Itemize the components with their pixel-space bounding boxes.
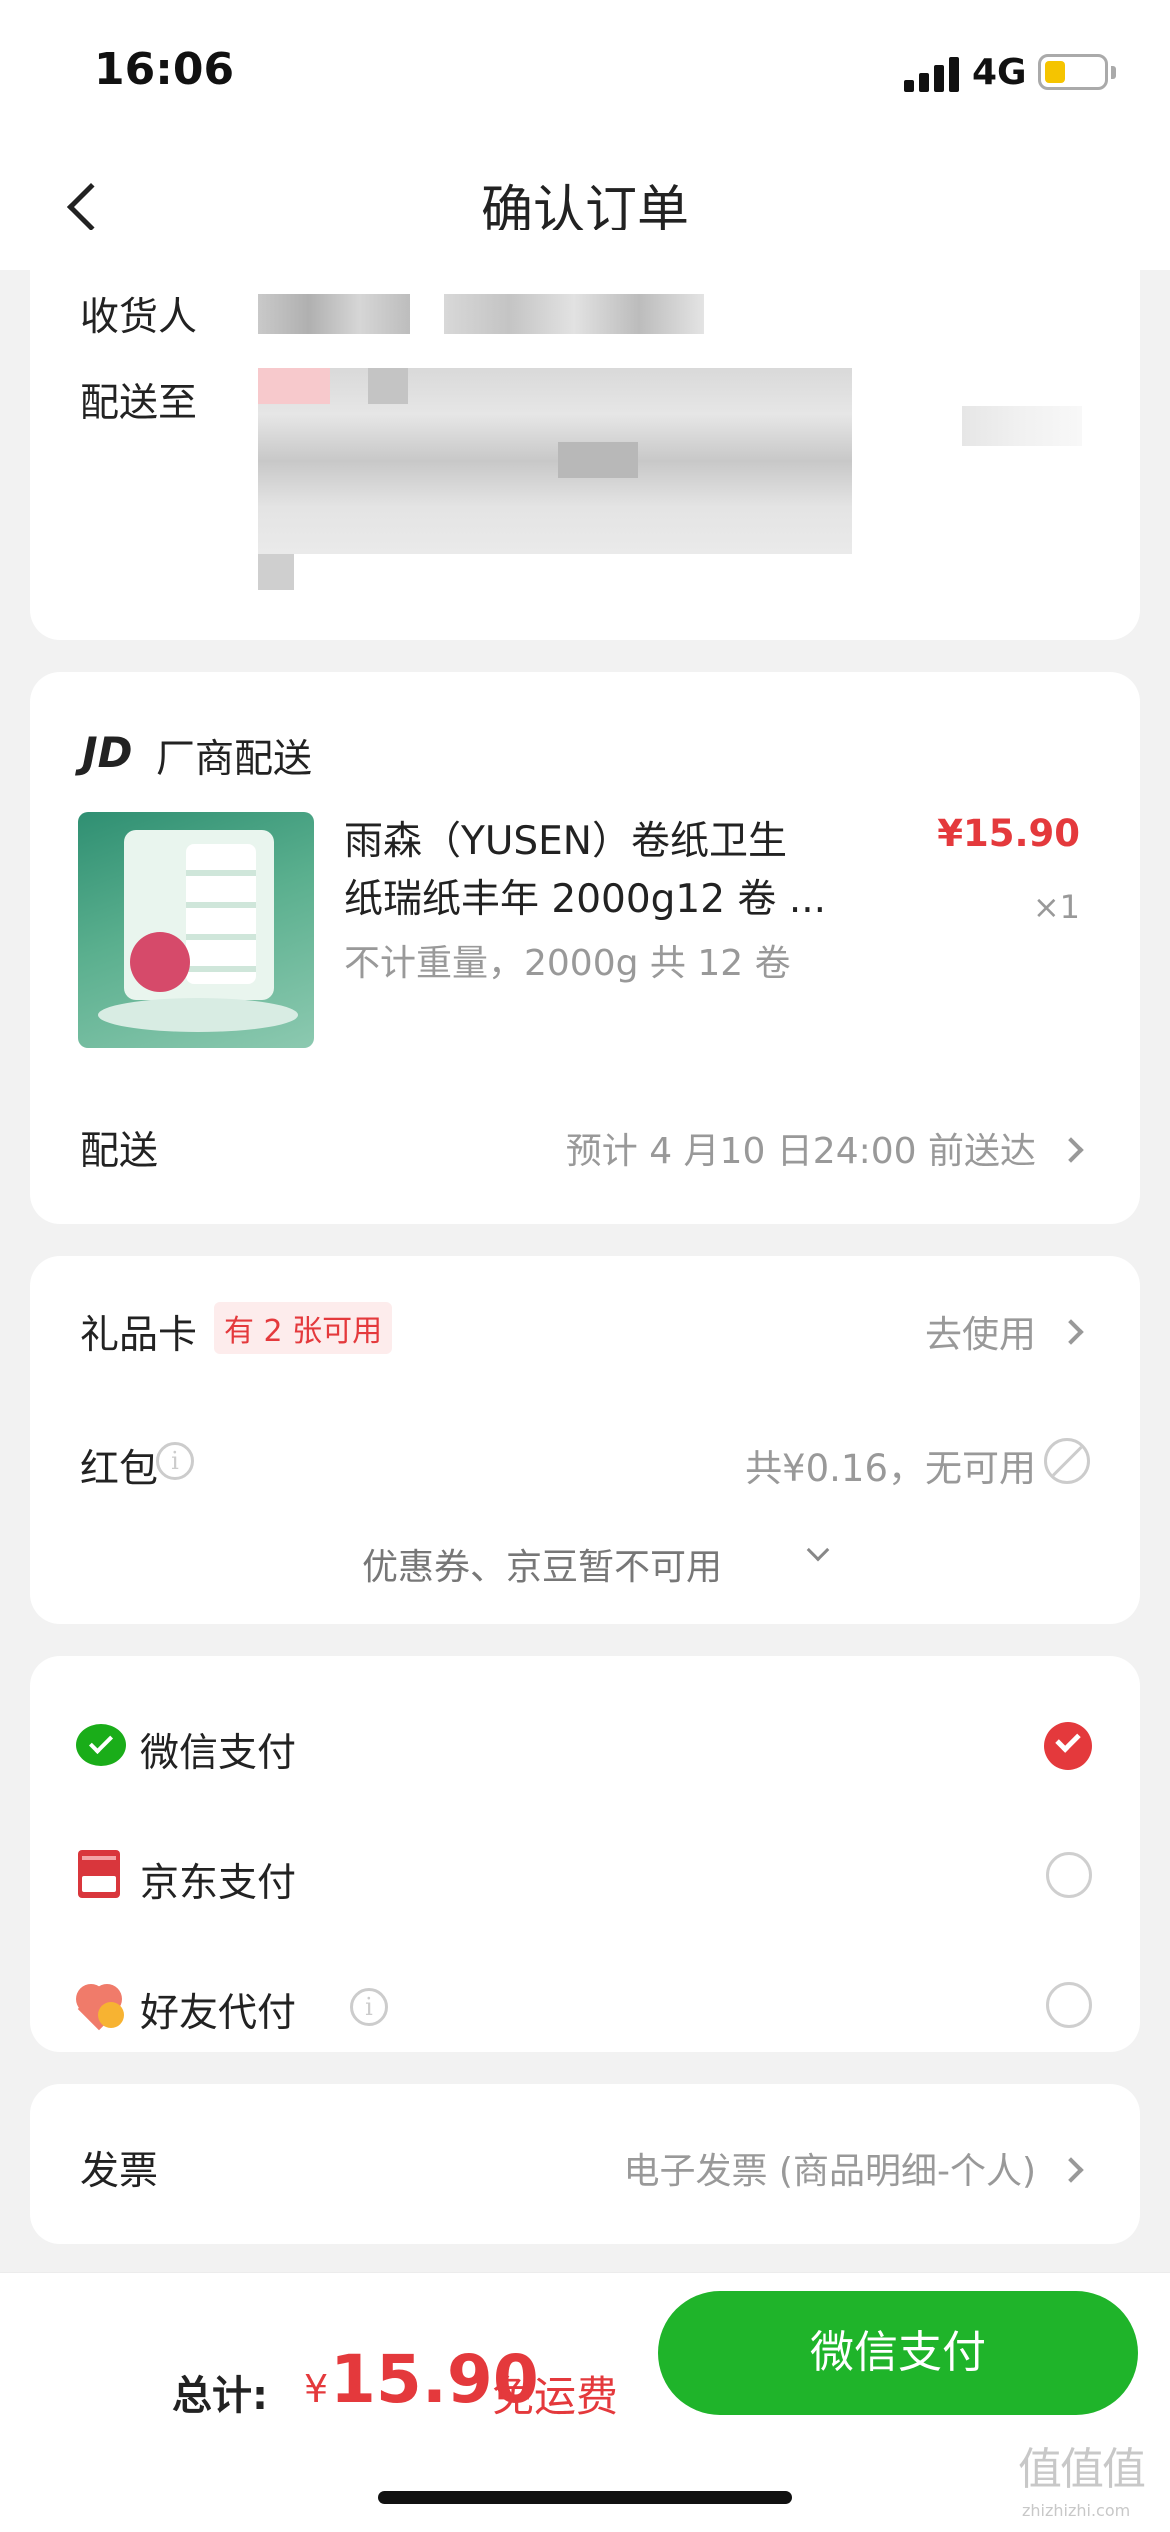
address-text-blurred: [258, 368, 852, 554]
payment-option-friend[interactable]: 好友代付 i: [30, 1956, 1140, 2056]
recipient-label: 收货人: [80, 295, 198, 340]
network-type: 4G: [972, 52, 1027, 93]
recipient-name-blurred: [258, 294, 410, 334]
status-bar: 16:06 4G: [0, 0, 1170, 140]
checkout-bar: 总计: ¥ 15.90 免运费 微信支付 值值值 zhizhizhi.com: [0, 2272, 1170, 2532]
address-card[interactable]: 收货人 配送至: [30, 230, 1140, 640]
payment-option-wechat[interactable]: 微信支付: [30, 1696, 1140, 1796]
redpacket-label: 红包: [80, 1447, 159, 1492]
payment-option-jd[interactable]: 京东支付: [30, 1826, 1140, 1926]
chevron-right-icon: [1058, 1137, 1084, 1163]
radio-button[interactable]: [1046, 1852, 1092, 1898]
discount-card: 礼品卡 有 2 张可用 去使用 红包 i 共¥0.16，无可用 优惠券、京豆暂不…: [30, 1256, 1140, 1624]
free-shipping-label: 免运费: [492, 2372, 619, 2421]
jd-pay-icon: [78, 1850, 120, 1898]
invoice-label: 发票: [80, 2149, 159, 2194]
recipient-phone-blurred: [444, 294, 704, 334]
product-quantity: ×1: [1032, 888, 1080, 926]
chevron-right-icon: [1058, 1319, 1084, 1345]
status-time: 16:06: [94, 44, 235, 95]
chevron-down-icon[interactable]: [806, 1538, 830, 1562]
shop-name: 厂商配送: [156, 737, 313, 782]
invoice-value: 电子发票 (商品明细-个人): [623, 2151, 1036, 2192]
product-name-line1[interactable]: 雨森（YUSEN）卷纸卫生: [344, 810, 787, 866]
product-card: JD 厂商配送 雨森（YUSEN）卷纸卫生 纸瑞纸丰年 2000g12 卷 ..…: [30, 672, 1140, 1224]
total-currency: ¥: [304, 2367, 329, 2411]
product-name-line2[interactable]: 纸瑞纸丰年 2000g12 卷 ...: [344, 868, 826, 924]
giftcard-label: 礼品卡: [80, 1313, 198, 1358]
payment-label: 微信支付: [140, 1731, 297, 1776]
delivery-label: 配送: [80, 1129, 159, 1174]
total-label: 总计:: [172, 2373, 268, 2419]
radio-button[interactable]: [1046, 1982, 1092, 2028]
giftcard-use-link[interactable]: 去使用: [925, 1304, 1036, 1358]
chevron-right-icon: [1058, 2157, 1084, 2183]
friend-pay-icon: [76, 1980, 126, 2031]
signal-icon: [904, 56, 960, 92]
payment-label: 京东支付: [140, 1861, 297, 1906]
info-icon[interactable]: i: [156, 1442, 194, 1480]
destination-label: 配送至: [80, 381, 198, 426]
delivery-estimate[interactable]: 预计 4 月10 日24:00 前送达: [566, 1122, 1036, 1174]
watermark-site: zhizhizhi.com: [1022, 2501, 1131, 2520]
product-spec: 不计重量，2000g 共 12 卷: [344, 943, 791, 984]
unavailable-icon: [1044, 1438, 1090, 1484]
giftcard-badge: 有 2 张可用: [214, 1302, 393, 1354]
redpacket-value: 共¥0.16，无可用: [745, 1447, 1036, 1490]
home-indicator: [378, 2491, 792, 2504]
product-price: ¥15.90: [937, 812, 1080, 855]
jd-logo: JD: [82, 728, 133, 777]
info-icon[interactable]: i: [350, 1988, 388, 2026]
product-image[interactable]: [78, 812, 314, 1048]
payment-label: 好友代付: [140, 1991, 297, 2036]
payment-card: 微信支付 京东支付 好友代付 i: [30, 1656, 1140, 2052]
address-tail-blurred: [258, 554, 294, 590]
coupon-note[interactable]: 优惠券、京豆暂不可用: [362, 1538, 722, 1590]
address-side-blurred: [962, 406, 1082, 446]
watermark-logo: 值值值: [1018, 2444, 1146, 2495]
invoice-card[interactable]: 发票 电子发票 (商品明细-个人): [30, 2084, 1140, 2244]
battery-icon: [1038, 54, 1116, 90]
pay-button[interactable]: 微信支付: [658, 2291, 1138, 2415]
selected-check-icon: [1044, 1722, 1092, 1770]
wechat-pay-icon: [76, 1724, 126, 1766]
